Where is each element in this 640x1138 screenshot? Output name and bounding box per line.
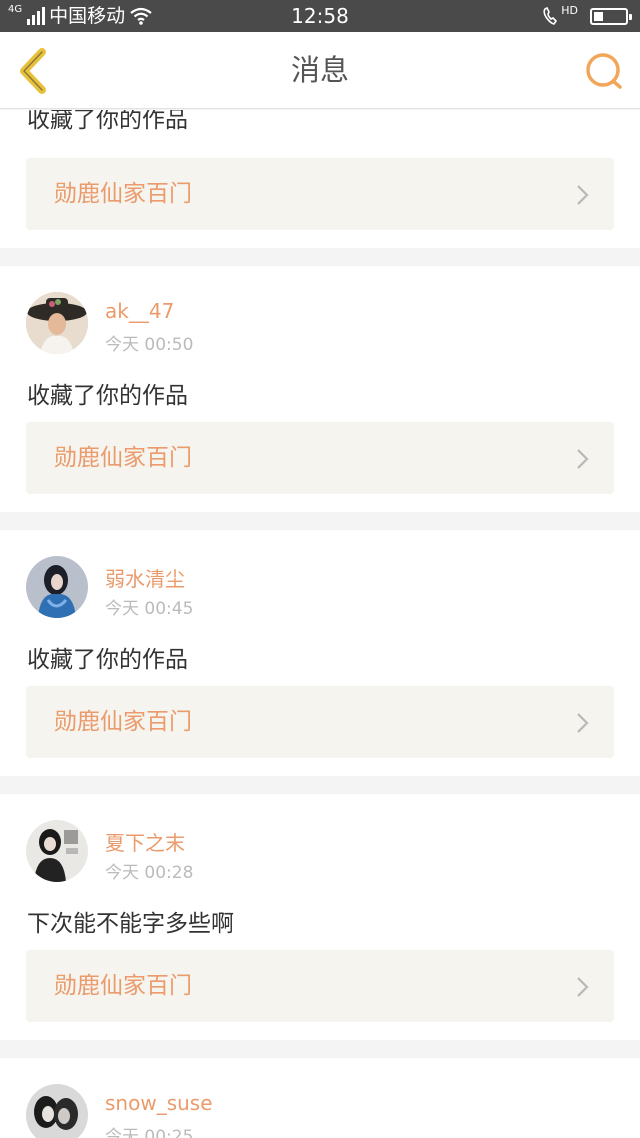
username[interactable]: 夏下之末 [105,827,185,856]
chevron-right-icon [577,449,589,469]
timestamp: 今天 00:25 [105,1127,194,1138]
avatar[interactable] [26,820,88,882]
chevron-right-icon [577,977,589,997]
avatar[interactable] [26,292,88,354]
message-card: 收藏了你的作品 勋鹿仙家百门 [0,110,640,248]
timestamp: 今天 00:28 [105,863,194,883]
work-title: 勋鹿仙家百门 [54,181,192,207]
timestamp: 今天 00:45 [105,599,194,619]
message-text: 收藏了你的作品 [27,383,188,409]
hd-call-icon: HD [542,3,578,26]
work-title: 勋鹿仙家百门 [54,973,192,999]
work-link[interactable]: 勋鹿仙家百门 [26,158,614,230]
battery-icon [590,7,632,25]
battery-level [594,11,603,21]
message-text: 收藏了你的作品 [27,647,188,673]
status-bar: 4G 中国移动 12:58 HD [0,0,640,32]
message-card: 夏下之末 今天 00:28 下次能不能字多些啊 勋鹿仙家百门 [0,794,640,1040]
username[interactable]: 弱水清尘 [105,563,185,592]
message-text: 下次能不能字多些啊 [27,911,234,937]
chevron-right-icon [577,713,589,733]
work-title: 勋鹿仙家百门 [54,445,192,471]
username[interactable]: ak__47 [105,299,174,323]
work-link[interactable]: 勋鹿仙家百门 [26,950,614,1022]
avatar[interactable] [26,556,88,618]
status-right: HD [542,0,632,32]
message-card: ak__47 今天 00:50 收藏了你的作品 勋鹿仙家百门 [0,266,640,512]
timestamp: 今天 00:50 [105,335,194,355]
hd-label: HD [561,3,578,17]
search-icon [586,53,622,89]
username[interactable]: snow_suse [105,1091,213,1115]
work-title: 勋鹿仙家百门 [54,709,192,735]
avatar[interactable] [26,1084,88,1138]
work-link[interactable]: 勋鹿仙家百门 [26,686,614,758]
chevron-right-icon [577,185,589,205]
message-text: 收藏了你的作品 [27,110,188,133]
search-button[interactable] [584,50,626,92]
message-list[interactable]: 收藏了你的作品 勋鹿仙家百门 ak__47 今天 00:50 收藏了你的作品 勋… [0,110,640,1138]
message-card: 弱水清尘 今天 00:45 收藏了你的作品 勋鹿仙家百门 [0,530,640,776]
app-header: 消息 [0,32,640,109]
work-link[interactable]: 勋鹿仙家百门 [26,422,614,494]
message-card: snow_suse 今天 00:25 [0,1058,640,1138]
page-title: 消息 [290,53,349,87]
